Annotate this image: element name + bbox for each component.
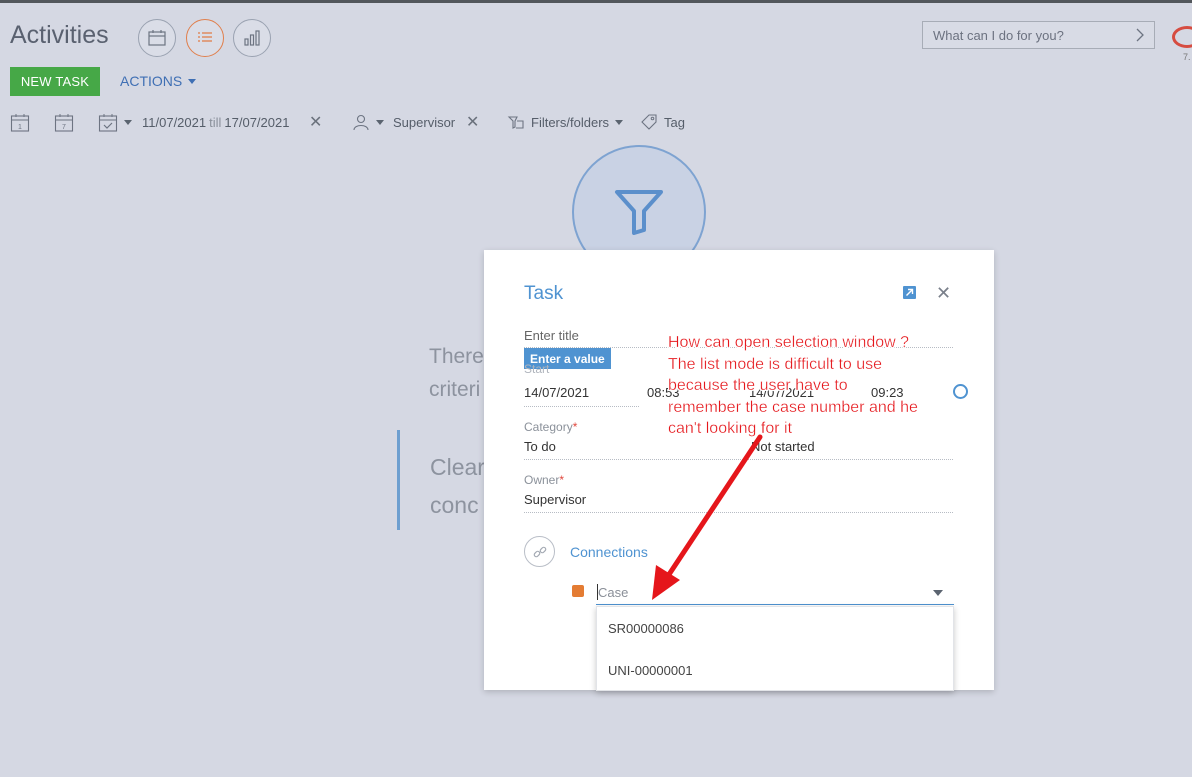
annotation-line: because the user have to <box>668 377 848 394</box>
period-filter-button[interactable] <box>98 110 132 134</box>
calendar-icon <box>148 30 166 46</box>
category-underline <box>524 459 953 460</box>
till-word: till <box>209 114 222 130</box>
clear-owner-filter-button[interactable]: ✕ <box>466 110 479 134</box>
annotation-line: remember the case number and he <box>668 398 918 416</box>
date-range-filter[interactable]: 11/07/2021 till 17/07/2021 <box>142 110 289 134</box>
owner-label: Owner* <box>524 473 564 487</box>
category-field[interactable]: To do <box>524 439 556 454</box>
list-icon <box>198 32 212 42</box>
empty-state-message: There criteri <box>429 340 489 406</box>
required-marker: * <box>572 420 578 434</box>
calendar-week-icon: 7 <box>54 114 74 132</box>
owner-label-text: Owner <box>524 473 560 487</box>
dropdown-caret-icon[interactable] <box>933 590 943 596</box>
command-search <box>922 21 1155 49</box>
empty-state-accent-bar <box>397 430 400 530</box>
close-icon[interactable]: ✕ <box>936 284 951 302</box>
analytics-view-button[interactable] <box>233 19 271 57</box>
case-options-list: SR00000086 UNI-00000001 <box>596 606 954 691</box>
owner-filter-label: Supervisor <box>393 114 456 130</box>
task-mini-page: Task ✕ Enter a value Start 14/07/2021 08… <box>484 250 994 691</box>
tag-icon <box>641 114 657 130</box>
open-full-page-icon[interactable] <box>903 286 916 299</box>
date-to: 17/07/2021 <box>224 114 290 130</box>
empty-line-4: conc <box>430 492 479 518</box>
owner-filter-button[interactable] <box>352 110 384 134</box>
required-marker: * <box>559 473 565 487</box>
bar-chart-icon <box>244 30 260 46</box>
week-filter-button[interactable]: 7 <box>54 110 74 134</box>
chevron-right-icon[interactable] <box>1135 27 1145 43</box>
case-icon <box>572 585 584 597</box>
list-item[interactable]: SR00000086 <box>597 607 953 649</box>
owner-underline <box>524 512 953 513</box>
calendar-day-icon: 1 <box>10 114 30 132</box>
caret-down-icon <box>188 78 197 84</box>
start-label: Start <box>524 362 550 376</box>
start-date-underline <box>524 406 639 407</box>
text-cursor <box>597 584 598 600</box>
empty-line-2: criteri <box>429 378 481 401</box>
owner-field[interactable]: Supervisor <box>524 492 586 507</box>
arrow-up-right-icon <box>906 288 914 296</box>
empty-line-1: There <box>429 345 484 368</box>
caret-down-icon <box>376 119 384 125</box>
clear-date-filter-button[interactable]: ✕ <box>309 110 322 134</box>
filter-bar: 1 7 11/07/2021 till 17/07/2021 ✕ Supervi… <box>0 110 1192 134</box>
tag-filter-button[interactable]: Tag <box>640 110 685 134</box>
top-border <box>0 0 1192 3</box>
svg-text:1: 1 <box>18 124 22 131</box>
search-input[interactable] <box>923 22 1128 48</box>
svg-text:7: 7 <box>62 124 66 131</box>
actions-label: ACTIONS <box>120 73 183 89</box>
filter-folder-icon <box>507 116 524 129</box>
actions-menu-button[interactable]: ACTIONS <box>120 73 197 89</box>
status-field[interactable]: Not started <box>751 439 815 454</box>
version-label: 7. <box>1183 52 1191 62</box>
close-icon: ✕ <box>309 114 323 131</box>
tag-label: Tag <box>664 114 685 130</box>
caret-down-icon <box>615 119 624 125</box>
page-title: Activities <box>10 21 109 49</box>
logo-icon <box>1172 26 1192 48</box>
connections-toggle[interactable] <box>524 536 555 567</box>
owner-filter-value: Supervisor <box>393 110 455 134</box>
connections-label[interactable]: Connections <box>570 544 648 560</box>
filters-folders-label: Filters/folders <box>531 114 610 130</box>
calendar-view-button[interactable] <box>138 19 176 57</box>
list-view-button[interactable] <box>186 19 224 57</box>
day-filter-button[interactable]: 1 <box>10 110 30 134</box>
new-task-button[interactable]: NEW TASK <box>10 67 100 96</box>
caret-down-icon <box>124 119 132 125</box>
person-icon <box>353 114 369 131</box>
link-icon <box>533 546 546 557</box>
list-item[interactable]: UNI-00000001 <box>597 649 953 691</box>
annotation-note: How can open selection window ? The list… <box>668 332 988 440</box>
case-lookup-input[interactable] <box>596 580 954 605</box>
empty-state-hint: Clear conc <box>430 448 490 524</box>
annotation-line: The list mode is difficult to use <box>668 355 883 373</box>
calendar-check-icon <box>98 114 118 132</box>
category-label-text: Category <box>524 420 573 434</box>
empty-line-3: Clear <box>430 454 485 480</box>
category-label: Category* <box>524 420 577 434</box>
start-date-field[interactable]: 14/07/2021 <box>524 385 589 400</box>
task-title-heading: Task <box>524 283 564 304</box>
annotation-line: can't looking for it <box>668 420 793 437</box>
date-from: 11/07/2021 <box>142 114 207 130</box>
filters-folders-button[interactable]: Filters/folders <box>507 110 624 134</box>
funnel-icon <box>615 190 663 235</box>
annotation-line: How can open selection window ? <box>668 334 910 351</box>
close-icon: ✕ <box>466 114 480 131</box>
